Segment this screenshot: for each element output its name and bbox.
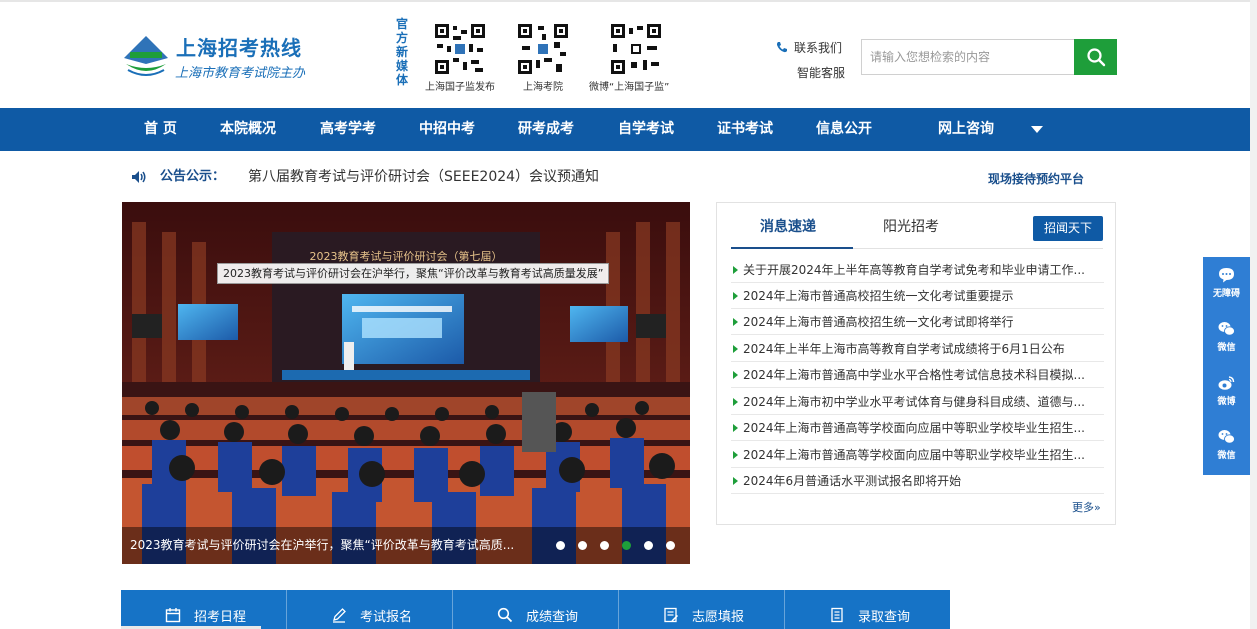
carousel-dot[interactable] [578, 541, 587, 550]
stage-title: 2023教育考试与评价研讨会（第七届） [310, 249, 503, 263]
news-item[interactable]: 关于开展2024年上半年高等教育自学考试免考和毕业申请工作... [731, 257, 1104, 283]
bullet-icon [733, 345, 738, 353]
carousel-dot-active[interactable] [622, 541, 631, 550]
search-icon [497, 607, 513, 623]
logo-subtitle: 上海市教育考试院主办 [175, 66, 306, 81]
logo-title: 上海招考热线 [176, 36, 302, 60]
zhaowen-button[interactable]: 招闻天下 [1033, 216, 1103, 241]
banner-carousel[interactable]: 2023教育考试与评价研讨会（第七届） 2023教育考试与评价研讨会在沪举行，聚… [122, 202, 690, 564]
official-media-label: 官方新媒体 [395, 17, 408, 87]
nav-item-about[interactable]: 本院概况 [220, 108, 276, 151]
news-item[interactable]: 2024年上半年上海市高等教育自学考试成绩将于6月1日公布 [731, 336, 1104, 362]
nav-item-consult[interactable]: 网上咨询 [938, 108, 994, 151]
news-item[interactable]: 2024年上海市初中学业水平考试体育与健身科目成绩、道德与... [731, 389, 1104, 415]
qr-code-icon[interactable] [433, 22, 487, 76]
bullet-icon [733, 424, 738, 432]
float-item-weibo[interactable]: 微博 [1203, 365, 1250, 419]
bullet-icon [733, 477, 738, 485]
conference-photo: 2023教育考试与评价研讨会（第七届） [122, 202, 690, 564]
carousel-dot[interactable] [644, 541, 653, 550]
form-icon [664, 607, 679, 623]
news-panel: 消息速递 阳光招考 招闻天下 关于开展2024年上半年高等教育自学考试免考和毕业… [716, 202, 1116, 525]
quick-link-schedule[interactable]: 招考日程 [121, 590, 287, 629]
chevron-down-icon[interactable] [1031, 126, 1043, 133]
nav-item-gaokao[interactable]: 高考学考 [320, 108, 376, 151]
contact-label: 联系我们 [794, 41, 843, 55]
tab-sunshine-admission[interactable]: 阳光招考 [883, 216, 939, 236]
main-nav: 首 页 本院概况 高考学考 中招中考 研考成考 自学考试 证书考试 信息公开 网… [0, 108, 1257, 151]
notice-label: 公告公示： [160, 169, 226, 184]
float-item-wechat[interactable]: 微信 [1203, 311, 1250, 365]
page: 上海招考热线 上海市教育考试院主办 官方新媒体 上海国子监发布 上海考院 微博“… [0, 0, 1257, 629]
phone-icon [776, 42, 787, 53]
news-item[interactable]: 2024年上海市普通高等学校面向应届中等职业学校毕业生招生... [731, 442, 1104, 468]
qr-label: 上海国子监发布 [425, 82, 495, 93]
more-link[interactable]: 更多» [1072, 499, 1101, 515]
speaker-icon [132, 171, 146, 183]
carousel-dot[interactable] [666, 541, 675, 550]
notice-bar: 公告公示： 第八届教育考试与评价研讨会（SEEE2024）会议预通知 [131, 165, 599, 189]
quick-link-admission[interactable]: 录取查询 [785, 590, 950, 629]
bullet-icon [733, 371, 738, 379]
news-item[interactable]: 2024年6月普通话水平测试报名即将开始 [731, 468, 1104, 494]
float-item-accessibility[interactable]: 无障碍 [1203, 257, 1250, 311]
weibo-icon [1218, 376, 1235, 390]
tab-news-express[interactable]: 消息速递 [760, 216, 816, 236]
float-toolbar: 无障碍 微信 微博 微信 [1203, 257, 1250, 475]
nav-item-certificate[interactable]: 证书考试 [717, 108, 773, 151]
smart-service-link[interactable]: 智能客服 [797, 64, 845, 81]
qr-code-icon[interactable] [516, 22, 570, 76]
carousel-dot[interactable] [556, 541, 565, 550]
bullet-icon [733, 318, 738, 326]
search-icon [1086, 48, 1105, 67]
nav-item-graduate[interactable]: 研考成考 [518, 108, 574, 151]
news-item[interactable]: 2024年上海市普通高校招生统一文化考试即将举行 [731, 309, 1104, 335]
reservation-link[interactable]: 现场接待预约平台 [988, 170, 1084, 187]
banner-overlay-caption: 2023教育考试与评价研讨会在沪举行，聚焦“评价改革与教育考试高质量发展” [217, 263, 610, 284]
float-item-wechat[interactable]: 微信 [1203, 419, 1250, 473]
bullet-icon [733, 292, 738, 300]
quick-link-registration[interactable]: 考试报名 [287, 590, 453, 629]
contact-us-link[interactable]: 联系我们 [776, 39, 842, 56]
qr-label: 微博“上海国子监” [589, 82, 670, 93]
scrollbar[interactable] [1250, 0, 1257, 629]
tab-active-underline [731, 247, 853, 249]
top-border [0, 0, 1257, 2]
quick-links-bar: 招考日程 考试报名 成绩查询 志愿填报 录取查询 [121, 590, 950, 629]
quick-link-scores[interactable]: 成绩查询 [453, 590, 619, 629]
site-logo[interactable]: 上海招考热线 上海市教育考试院主办 [122, 32, 322, 82]
news-item[interactable]: 2024年上海市普通高中学业水平合格性考试信息技术科目模拟... [731, 362, 1104, 388]
search-input[interactable] [861, 39, 1074, 75]
calendar-icon [165, 608, 181, 623]
banner-caption-bar: 2023教育考试与评价研讨会在沪举行，聚焦“评价改革与教育考试高质... [122, 527, 690, 564]
document-icon [831, 607, 843, 623]
notice-link[interactable]: 第八届教育考试与评价研讨会（SEEE2024）会议预通知 [248, 165, 599, 189]
bullet-icon [733, 451, 738, 459]
news-item[interactable]: 2024年上海市普通高校招生统一文化考试重要提示 [731, 283, 1104, 309]
nav-item-info[interactable]: 信息公开 [816, 108, 872, 151]
qr-label: 上海考院 [523, 82, 563, 93]
wechat-icon [1218, 430, 1235, 444]
qr-code-icon[interactable] [609, 22, 663, 76]
banner-caption[interactable]: 2023教育考试与评价研讨会在沪举行，聚焦“评价改革与教育考试高质... [130, 527, 514, 564]
nav-item-home[interactable]: 首 页 [144, 108, 177, 151]
chat-bubble-icon [1219, 268, 1234, 283]
quick-link-application[interactable]: 志愿填报 [619, 590, 785, 629]
nav-item-zhongkao[interactable]: 中招中考 [419, 108, 475, 151]
search-button[interactable] [1074, 39, 1117, 75]
bullet-icon [733, 266, 738, 274]
wechat-icon [1218, 322, 1235, 336]
carousel-dot[interactable] [600, 541, 609, 550]
pencil-icon [333, 608, 346, 623]
logo-emblem-icon [124, 36, 168, 76]
bullet-icon [733, 398, 738, 406]
nav-item-self-study[interactable]: 自学考试 [618, 108, 674, 151]
news-item[interactable]: 2024年上海市普通高等学校面向应届中等职业学校毕业生招生... [731, 415, 1104, 441]
